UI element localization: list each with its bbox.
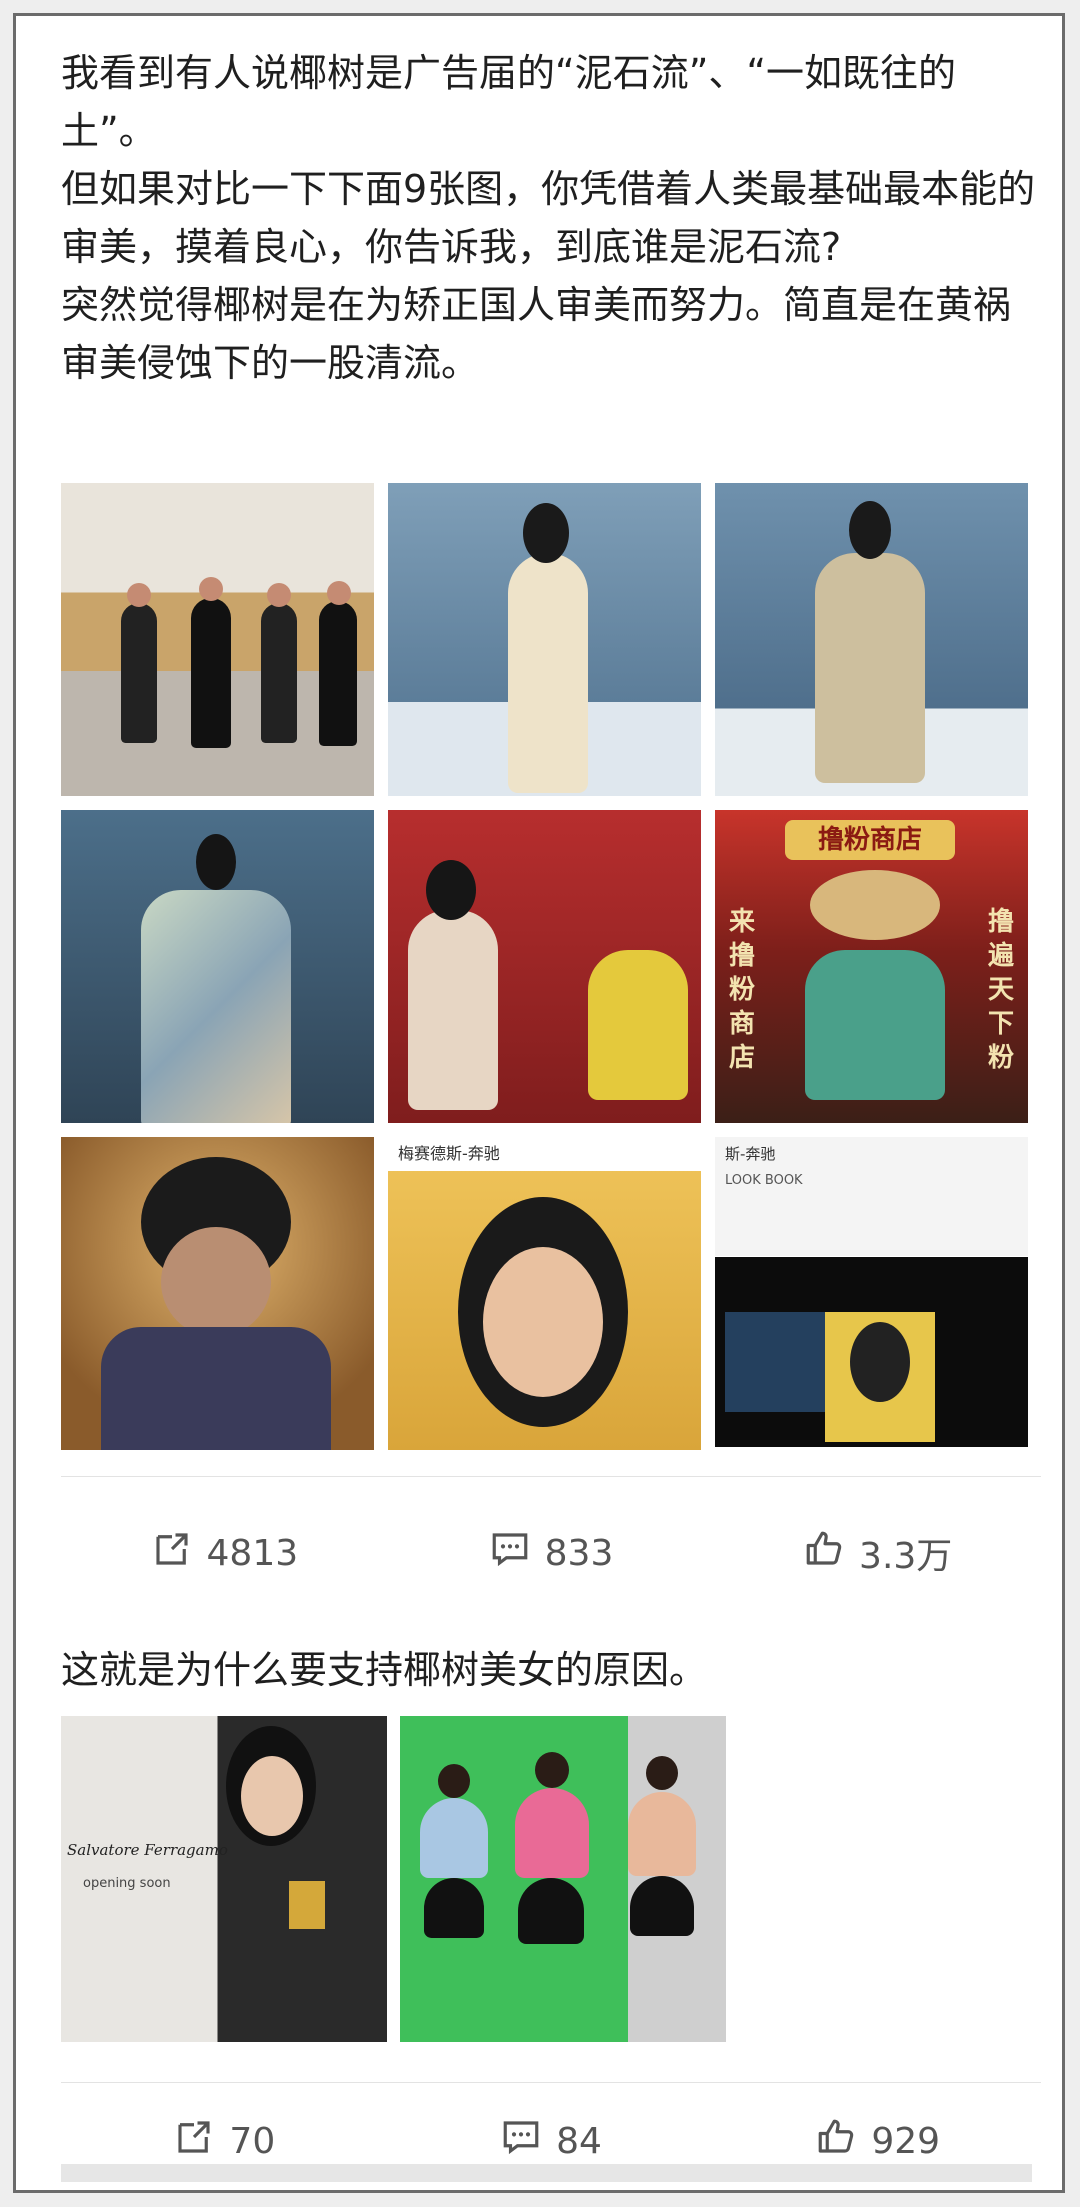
post2-text: 这就是为什么要支持椰树美女的原因。 [61,1641,1041,1699]
like-button[interactable]: 3.3万 [714,1518,1041,1588]
brand-wordmark: Salvatore Ferragamo [67,1841,228,1859]
like-count: 3.3万 [859,1536,953,1577]
repost-count: 4813 [206,1532,299,1574]
post1-paragraph: 我看到有人说椰树是广告届的“泥石流”、“一如既往的土”。 [61,51,957,153]
post1-actions: 4813 833 3.3万 [61,1518,1041,1588]
thumbs-up-icon [803,1528,845,1579]
post2-paragraph: 这就是为什么要支持椰树美女的原因。 [61,1648,708,1692]
benz-ad-screenshot[interactable]: 梅赛德斯-奔驰 [388,1137,701,1450]
post2-divider [61,2082,1041,2083]
comment-count: 833 [544,1532,614,1574]
shop-vertical-text-right: 撸遍天下粉 [988,907,1015,1073]
share-square-icon [173,2116,215,2167]
post1-paragraph: 突然觉得椰树是在为矫正国人审美而努力。简直是在黄祸审美侵蚀下的一股清流。 [61,283,1012,385]
green-screen-models-photo[interactable] [400,1716,726,2042]
comment-count: 84 [556,2120,602,2162]
repost-button[interactable]: 4813 [61,1518,388,1588]
floral-dress-model-photo[interactable] [715,483,1028,796]
blue-studio-model-photo[interactable] [388,483,701,796]
screenshot-header: 梅赛德斯-奔驰 [388,1137,701,1171]
post1-divider [61,1476,1041,1477]
comment-bubble-icon [500,2116,542,2167]
comment-button[interactable]: 833 [388,1518,715,1588]
bottom-scroll-bar [61,2164,1032,2182]
opening-soon-label: opening soon [83,1876,171,1891]
comment-bubble-icon [489,1528,531,1579]
repost-count: 70 [229,2120,276,2162]
like-count: 929 [871,2120,941,2162]
benz-lookbook-screenshot[interactable]: 斯-奔驰 LOOK BOOK [715,1137,1028,1450]
golden-portrait-photo[interactable] [61,1137,374,1450]
lookbook-label: LOOK BOOK [725,1173,803,1188]
thumbs-up-icon [815,2116,857,2167]
ferragamo-store-photo[interactable]: Salvatore Ferragamo opening soon [61,1716,387,2042]
rice-noodle-shop-ad[interactable]: 撸粉商店 来撸粉商店 撸遍天下粉 [715,810,1028,1123]
post1-paragraph: 但如果对比一下下面9张图，你凭借着人类最基础最本能的审美，摸着良心，你告诉我，到… [61,167,1036,269]
warehouse-dance-photo[interactable] [61,483,374,796]
post1-image-grid: 撸粉商店 来撸粉商店 撸遍天下粉 梅赛德斯-奔驰 斯-奔驰 LOOK BOOK [61,483,1029,1451]
shop-vertical-text-left: 来撸粉商店 [729,907,756,1073]
post1-text: 我看到有人说椰树是广告届的“泥石流”、“一如既往的土”。 但如果对比一下下面9张… [61,44,1041,392]
share-square-icon [151,1528,193,1579]
runway-print-dress-photo[interactable] [61,810,374,1123]
feed-frame: 我看到有人说椰树是广告届的“泥石流”、“一如既往的土”。 但如果对比一下下面9张… [13,13,1065,2193]
shop-sign: 撸粉商店 [785,820,955,860]
screenshot-header: 斯-奔驰 [725,1145,776,1163]
red-room-campaign-photo[interactable] [388,810,701,1123]
